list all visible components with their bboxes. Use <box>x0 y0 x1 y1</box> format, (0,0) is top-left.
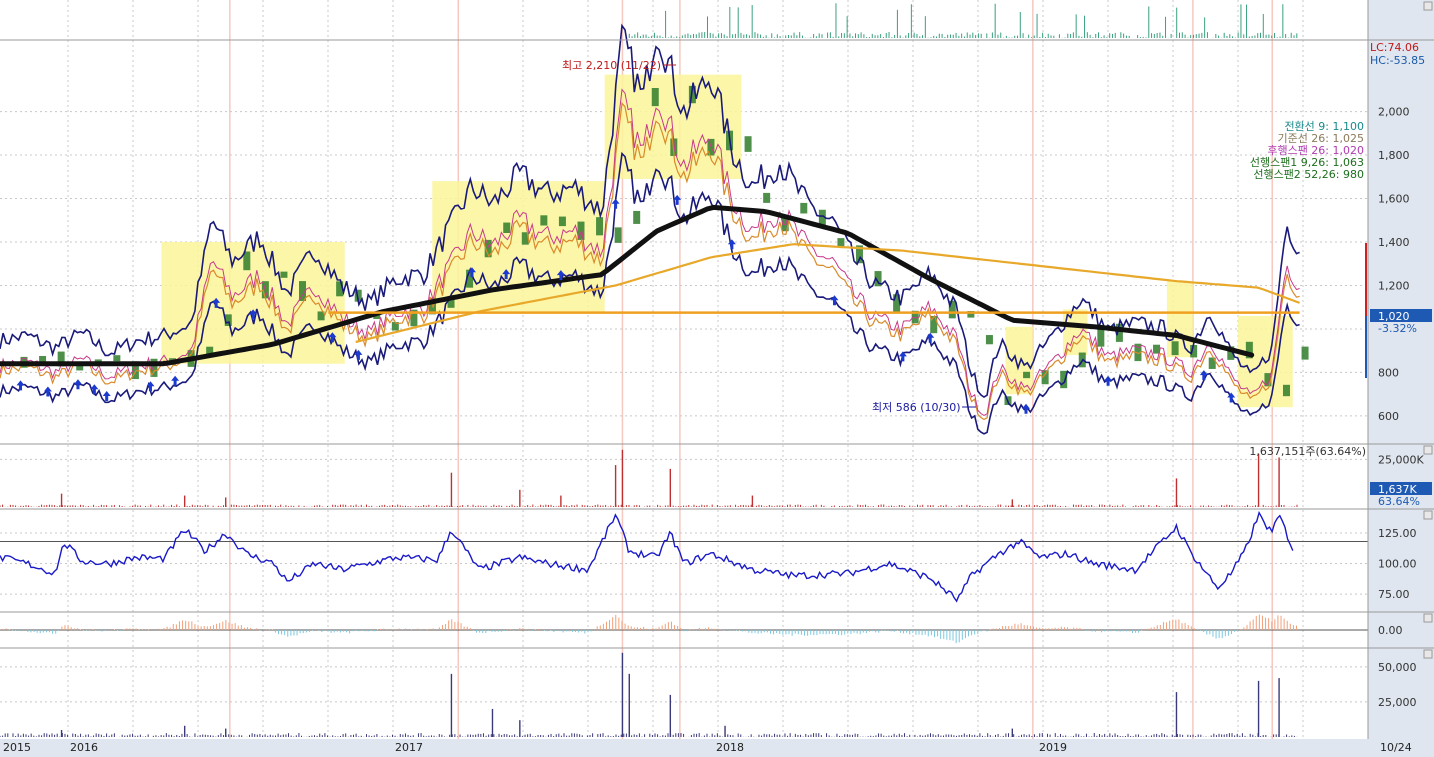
current-change: -3.32% <box>1378 322 1417 335</box>
price-tick-label: 1,800 <box>1378 149 1410 162</box>
ichimoku-cloud-patch <box>280 271 288 278</box>
ichimoku-cloud-patch <box>985 335 993 345</box>
price-tick-label: 1,200 <box>1378 279 1410 292</box>
ichimoku-cloud-patch <box>837 238 845 247</box>
volume-pct: 63.64% <box>1378 495 1420 508</box>
ichimoku-cloud-patch <box>540 215 548 226</box>
indicator-tick-label: 125.00 <box>1378 527 1417 540</box>
ichimoku-cloud-patch <box>503 222 511 234</box>
x-label-2017: 2017 <box>395 741 423 754</box>
price-tick-label: 600 <box>1378 410 1399 423</box>
ichimoku-cloud-patch <box>800 202 808 214</box>
ichimoku-cloud-patch <box>633 210 641 224</box>
lc-label: LC:74.06 <box>1370 41 1419 54</box>
ichimoku-cloud-patch <box>113 355 121 362</box>
ichimoku-cloud-patch <box>1301 346 1309 360</box>
ichimoku-cloud-patch <box>596 217 604 236</box>
indicator-tick-label: 75.00 <box>1378 588 1410 601</box>
x-label-date: 10/24 <box>1380 741 1412 754</box>
high-annotation: 최고 2,210 (11/22) <box>562 59 661 72</box>
ichimoku-cloud-patch <box>1097 328 1105 347</box>
ichimoku-cloud-patch <box>1023 371 1031 379</box>
price-tick-label: 2,000 <box>1378 106 1410 119</box>
volume-tick-label: 25,000K <box>1378 453 1424 466</box>
volume-title: 1,637,151주(63.64%) <box>1249 445 1366 458</box>
panel-up-button-5[interactable] <box>1423 649 1433 659</box>
highlight-box <box>1166 281 1193 358</box>
stock-chart: 최고 2,210 (11/22) 최저 586 (10/30) 전환선 9: 1… <box>0 0 1434 757</box>
lower-volume-tick-label: 50,000 <box>1378 661 1417 674</box>
ichimoku-cloud-patch <box>744 136 752 152</box>
indicator-tick-label: 100.00 <box>1378 558 1417 571</box>
price-tick-label: 1,400 <box>1378 236 1410 249</box>
ichimoku-cloud-patch <box>651 87 659 107</box>
hc-label: HC:-53.85 <box>1370 54 1425 67</box>
ichimoku-cloud-patch <box>763 192 771 203</box>
legend-leading2: 선행스팬2 52,26: 980 <box>1253 168 1364 181</box>
x-label-2019: 2019 <box>1039 741 1067 754</box>
highlight-box <box>1005 326 1033 395</box>
price-tick-label: 800 <box>1378 366 1399 379</box>
lower-volume-tick-label: 25,000 <box>1378 696 1417 709</box>
panel-up-button-1[interactable] <box>1423 1 1433 11</box>
panel-up-button-2[interactable] <box>1423 445 1433 455</box>
ichimoku-cloud-patch <box>558 216 566 227</box>
panel-up-button-4[interactable] <box>1423 613 1433 623</box>
panel-up-button-3[interactable] <box>1423 510 1433 520</box>
price-tick-label: 1,600 <box>1378 193 1410 206</box>
ichimoku-cloud-patch <box>1282 384 1290 397</box>
x-label-2015: 2015 <box>3 741 31 754</box>
x-label-2016: 2016 <box>70 741 98 754</box>
oscillator-tick-label: 0.00 <box>1378 624 1403 637</box>
x-label-2018: 2018 <box>716 741 744 754</box>
ichimoku-cloud-patch <box>614 227 622 243</box>
low-annotation: 최저 586 (10/30) <box>872 401 961 414</box>
ichimoku-cloud-patch <box>1171 341 1179 356</box>
